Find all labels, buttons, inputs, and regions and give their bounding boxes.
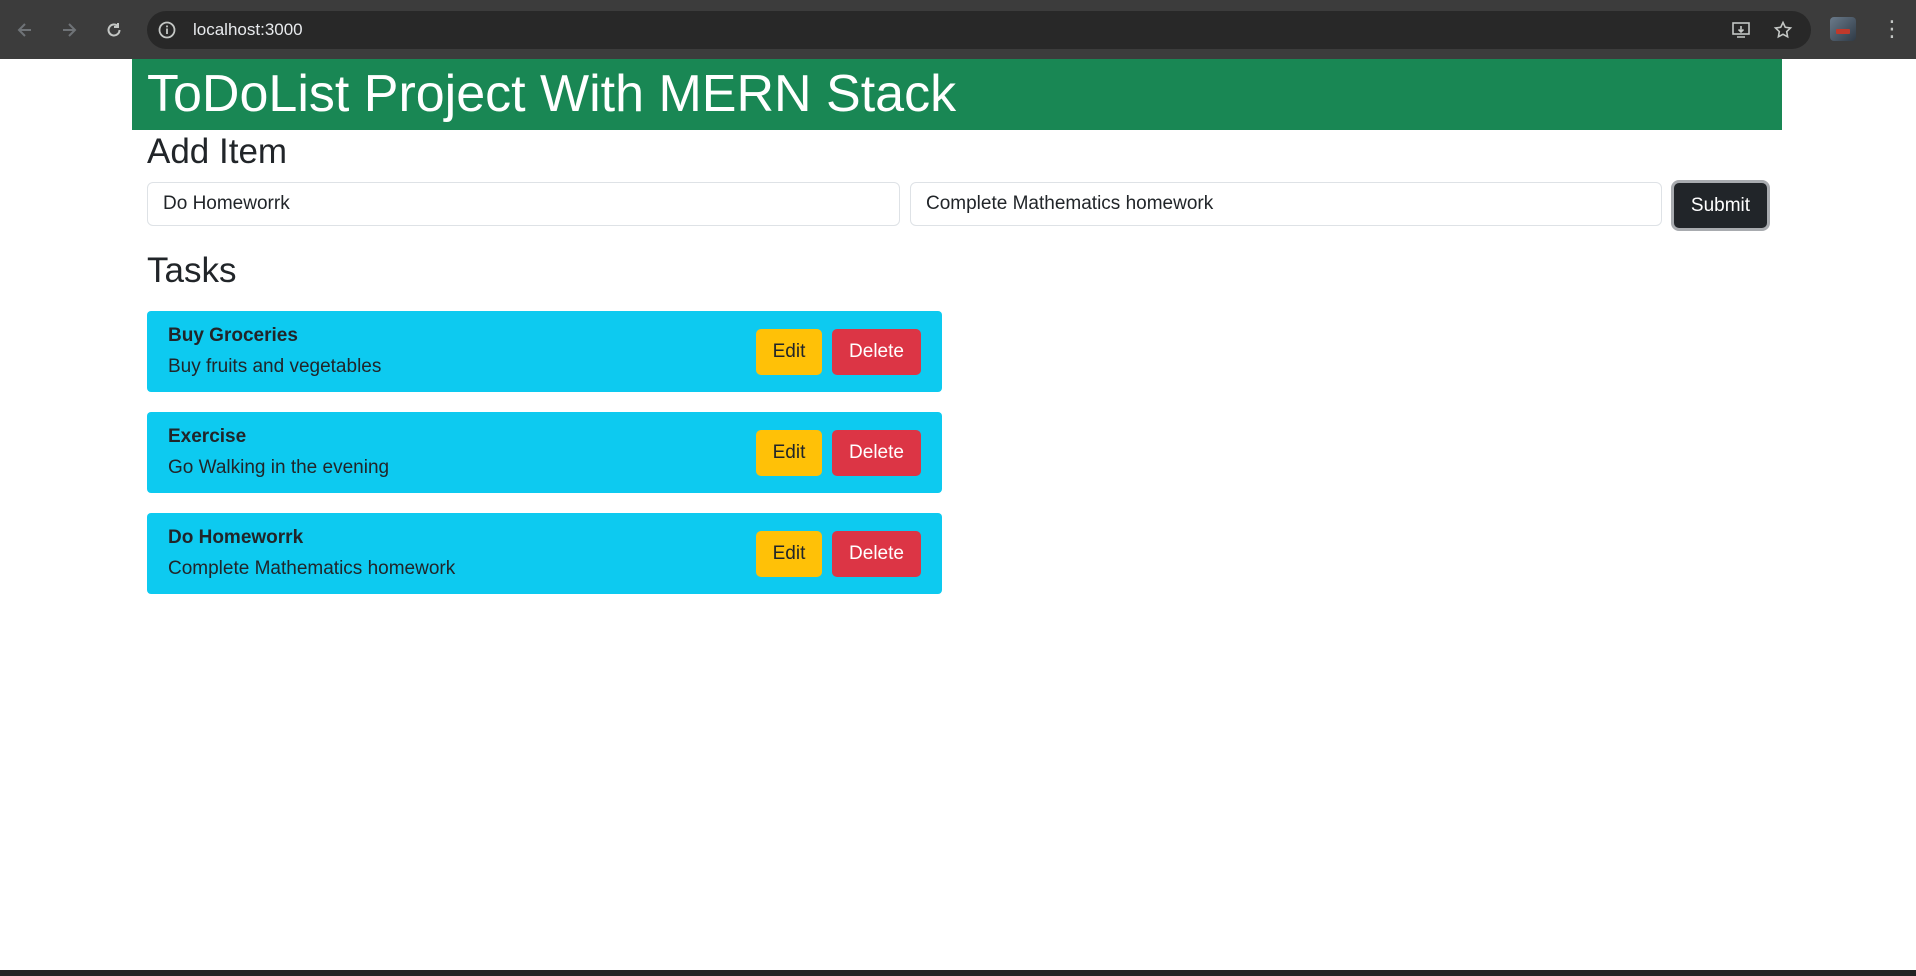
task-description: Go Walking in the evening (168, 457, 390, 478)
taskbar-edge (0, 970, 1916, 976)
submit-button[interactable]: Submit (1671, 180, 1770, 231)
task-description-input[interactable] (910, 182, 1662, 226)
address-bar[interactable]: localhost:3000 (147, 11, 1811, 49)
url-text[interactable]: localhost:3000 (193, 20, 303, 40)
delete-button[interactable]: Delete (832, 329, 921, 375)
task-list: Buy Groceries Buy fruits and vegetables … (147, 311, 942, 614)
task-description: Complete Mathematics homework (168, 558, 456, 579)
reload-button[interactable] (96, 12, 132, 48)
tasks-heading: Tasks (147, 251, 237, 290)
arrow-right-icon (63, 23, 77, 37)
edit-button[interactable]: Edit (756, 329, 822, 375)
reload-icon (107, 23, 121, 37)
task-title: Buy Groceries (168, 325, 298, 346)
task-card: Buy Groceries Buy fruits and vegetables … (147, 311, 942, 392)
task-card: Exercise Go Walking in the evening Edit … (147, 412, 942, 493)
header-banner: ToDoList Project With MERN Stack (132, 59, 1782, 130)
page-content: ToDoList Project With MERN Stack Add Ite… (0, 59, 1916, 970)
kebab-menu-icon[interactable]: ⋮ (1880, 17, 1904, 41)
task-title-input[interactable] (147, 182, 900, 226)
forward-button[interactable] (51, 12, 87, 48)
install-app-icon[interactable] (1731, 20, 1751, 40)
page-title: ToDoList Project With MERN Stack (147, 65, 957, 123)
edit-button[interactable]: Edit (756, 430, 822, 476)
task-description: Buy fruits and vegetables (168, 356, 382, 377)
browser-toolbar: localhost:3000 ⋮ (0, 0, 1916, 59)
task-title: Exercise (168, 426, 247, 447)
star-icon[interactable] (1773, 20, 1793, 40)
info-icon[interactable] (157, 20, 177, 40)
delete-button[interactable]: Delete (832, 430, 921, 476)
delete-button[interactable]: Delete (832, 531, 921, 577)
task-title: Do Homeworrk (168, 527, 304, 548)
profile-avatar[interactable] (1830, 17, 1856, 41)
edit-button[interactable]: Edit (756, 531, 822, 577)
back-button[interactable] (7, 12, 43, 48)
arrow-left-icon (17, 23, 31, 37)
add-item-heading: Add Item (147, 132, 288, 171)
task-card: Do Homeworrk Complete Mathematics homewo… (147, 513, 942, 594)
